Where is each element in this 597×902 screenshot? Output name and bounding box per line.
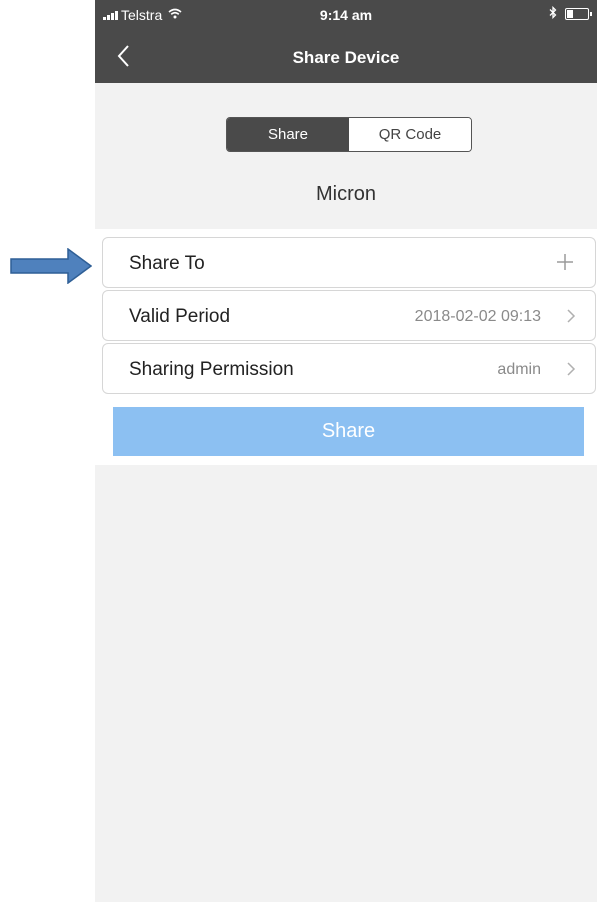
- share-to-row[interactable]: Share To: [102, 237, 596, 288]
- tab-share[interactable]: Share: [227, 118, 349, 151]
- valid-period-row[interactable]: Valid Period 2018-02-02 09:13: [102, 290, 596, 341]
- chevron-right-icon: [567, 309, 576, 323]
- navigation-bar: Share Device: [95, 30, 597, 83]
- status-right: [549, 5, 592, 22]
- valid-period-value: 2018-02-02 09:13: [414, 308, 541, 325]
- row-label: Valid Period: [129, 306, 231, 327]
- battery-icon: [565, 8, 592, 20]
- status-time: 9:14 am: [319, 7, 373, 23]
- annotation-arrow-icon: [10, 248, 92, 284]
- row-label: Share To: [129, 253, 205, 274]
- share-button[interactable]: Share: [113, 407, 584, 456]
- tab-qr-code[interactable]: QR Code: [349, 118, 471, 151]
- sharing-permission-value: admin: [497, 361, 541, 378]
- phone-screen: Telstra 9:14 am Share Device Share QR Co…: [95, 0, 597, 902]
- chevron-right-icon: [567, 362, 576, 376]
- status-bar: Telstra 9:14 am: [95, 0, 597, 30]
- device-name: Micron: [315, 183, 376, 205]
- page-title: Share Device: [292, 48, 400, 67]
- plus-icon[interactable]: [555, 252, 575, 272]
- bluetooth-icon: [549, 5, 557, 22]
- share-mode-segmented-control: Share QR Code: [226, 117, 472, 152]
- sharing-permission-row[interactable]: Sharing Permission admin: [102, 343, 596, 394]
- row-label: Sharing Permission: [129, 359, 294, 380]
